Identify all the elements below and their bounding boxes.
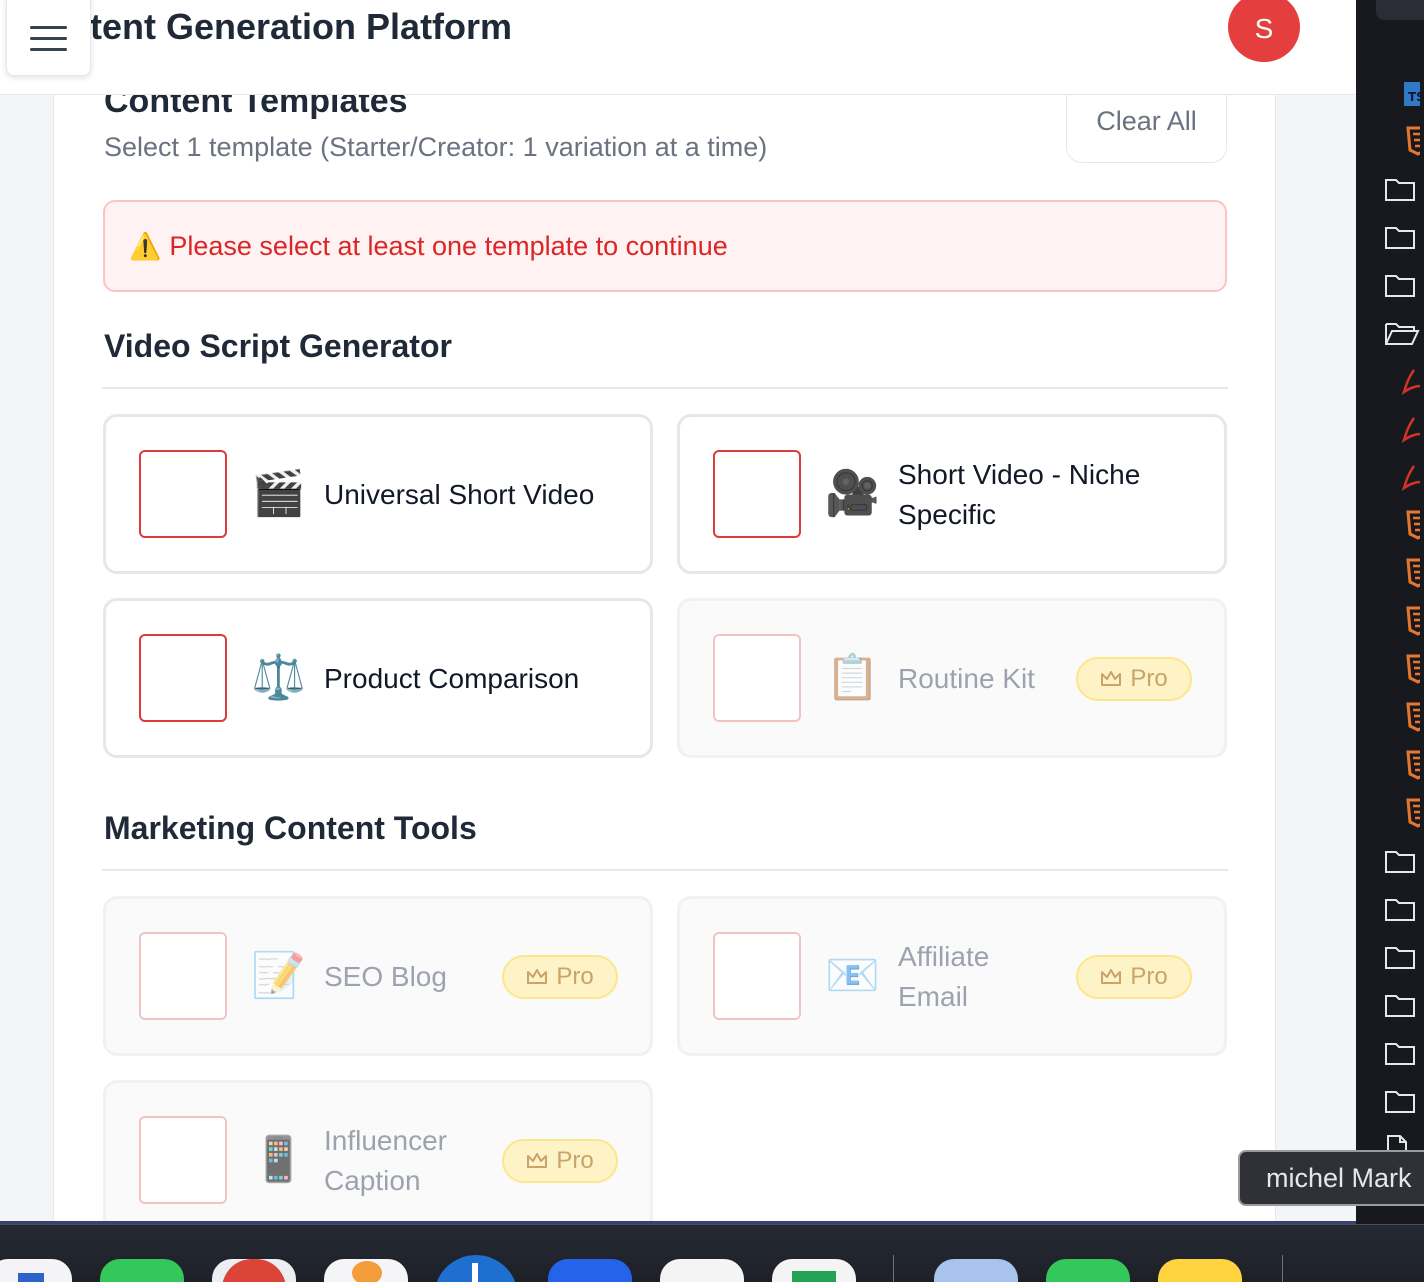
- template-card-routine-kit[interactable]: 📋 Routine Kit Pro: [677, 598, 1227, 758]
- template-label: Product Comparison: [324, 663, 580, 694]
- divider: [102, 869, 1228, 871]
- template-checkbox[interactable]: [713, 634, 801, 722]
- html-file-icon[interactable]: [1384, 556, 1420, 588]
- warning-icon: ⚠️: [129, 230, 162, 261]
- folder-open-icon[interactable]: [1384, 316, 1420, 348]
- template-label: SEO Blog: [324, 961, 447, 992]
- mobile-phone-icon: 📱: [251, 1134, 306, 1185]
- html-file-icon[interactable]: [1384, 508, 1420, 540]
- folder-icon[interactable]: [1384, 172, 1420, 204]
- folder-icon[interactable]: [1384, 268, 1420, 300]
- pdf-file-icon[interactable]: [1384, 364, 1420, 396]
- explorer-tab[interactable]: [1376, 0, 1424, 20]
- numbers-app-icon[interactable]: [772, 1259, 856, 1282]
- photos-app-icon[interactable]: [324, 1259, 408, 1282]
- balance-scale-icon: ⚖️: [251, 652, 306, 703]
- folder-icon[interactable]: [1384, 940, 1420, 972]
- clipboard-icon: 📋: [825, 652, 880, 703]
- folder-icon[interactable]: [1384, 1036, 1420, 1068]
- group-title-video: Video Script Generator: [104, 328, 452, 364]
- top-bar: tent Generation Platform S: [0, 0, 1356, 95]
- template-checkbox[interactable]: [139, 1116, 227, 1204]
- dock-separator: [1282, 1255, 1283, 1282]
- app-title: tent Generation Platform: [90, 6, 513, 47]
- group-title-marketing: Marketing Content Tools: [104, 810, 477, 846]
- audio-app-icon[interactable]: [434, 1255, 518, 1282]
- template-label: Short Video - Niche Specific: [898, 459, 1141, 530]
- pdf-file-icon[interactable]: [1384, 412, 1420, 444]
- folder-icon[interactable]: [1384, 220, 1420, 252]
- html-file-icon[interactable]: [1384, 796, 1420, 828]
- whatsapp-app-icon[interactable]: [1046, 1259, 1130, 1282]
- template-checkbox[interactable]: [713, 932, 801, 1020]
- alert-text: Please select at least one template to c…: [169, 230, 728, 261]
- template-checkbox[interactable]: [713, 450, 801, 538]
- user-tooltip: michel Mark: [1238, 1150, 1424, 1206]
- crown-icon: [527, 1153, 548, 1168]
- template-label: Routine Kit: [898, 663, 1035, 694]
- app-window: tent Generation Platform S Content Templ…: [0, 0, 1356, 1224]
- memo-icon: 📝: [251, 950, 306, 1001]
- word-app-icon[interactable]: [0, 1259, 72, 1282]
- template-label: Affiliate Email: [898, 941, 990, 1012]
- crown-icon: [1101, 671, 1122, 686]
- ts-file-icon[interactable]: TS: [1384, 78, 1420, 110]
- crown-icon: [527, 969, 548, 984]
- messages-app-icon[interactable]: [100, 1259, 184, 1282]
- movie-camera-icon: 🎥: [825, 468, 880, 519]
- pro-badge: Pro: [502, 955, 618, 999]
- user-avatar[interactable]: S: [1228, 0, 1300, 62]
- section-subtitle: Select 1 template (Starter/Creator: 1 va…: [104, 132, 768, 162]
- folder-icon[interactable]: [1384, 988, 1420, 1020]
- validation-alert: ⚠️ Please select at least one template t…: [103, 200, 1227, 292]
- folder-icon[interactable]: [1384, 844, 1420, 876]
- template-card-short-video-niche[interactable]: 🎥 Short Video - Niche Specific: [677, 414, 1227, 574]
- template-label: Universal Short Video: [324, 479, 595, 510]
- hamburger-menu-button[interactable]: [6, 0, 91, 76]
- notes-app-icon[interactable]: [1158, 1259, 1242, 1282]
- template-card-affiliate-email[interactable]: 📧 Affiliate Email Pro: [677, 896, 1227, 1056]
- dock: [0, 1224, 1424, 1282]
- pro-badge: Pro: [502, 1139, 618, 1183]
- template-label: Influencer Caption: [324, 1125, 447, 1196]
- html-file-icon[interactable]: [1384, 604, 1420, 636]
- menu-icon: [30, 25, 67, 29]
- folder-icon[interactable]: [1384, 1084, 1420, 1116]
- templates-panel: Content Templates Select 1 template (Sta…: [53, 60, 1276, 1224]
- divider: [102, 387, 1228, 389]
- crown-icon: [1101, 969, 1122, 984]
- html-file-icon[interactable]: [1384, 652, 1420, 684]
- chatgpt-app-icon[interactable]: [660, 1259, 744, 1282]
- template-checkbox[interactable]: [139, 932, 227, 1020]
- app-icon[interactable]: [548, 1259, 632, 1282]
- preview-app-icon[interactable]: [934, 1259, 1018, 1282]
- chrome-app-icon[interactable]: [212, 1259, 296, 1282]
- folder-icon[interactable]: [1384, 892, 1420, 924]
- file-explorer-strip: TS: [1356, 0, 1424, 1282]
- pro-badge: Pro: [1076, 657, 1192, 701]
- template-card-universal-short-video[interactable]: 🎬 Universal Short Video: [103, 414, 653, 574]
- email-icon: 📧: [825, 950, 880, 1001]
- pro-badge: Pro: [1076, 955, 1192, 999]
- html-file-icon[interactable]: [1384, 700, 1420, 732]
- dock-separator: [893, 1255, 894, 1282]
- pdf-file-icon[interactable]: [1384, 460, 1420, 492]
- template-card-product-comparison[interactable]: ⚖️ Product Comparison: [103, 598, 653, 758]
- template-card-influencer-caption[interactable]: 📱 Influencer Caption Pro: [103, 1080, 653, 1224]
- html-file-icon[interactable]: [1384, 748, 1420, 780]
- clapper-board-icon: 🎬: [251, 468, 306, 519]
- template-card-seo-blog[interactable]: 📝 SEO Blog Pro: [103, 896, 653, 1056]
- html-file-icon[interactable]: [1384, 124, 1420, 156]
- svg-text:TS: TS: [1408, 90, 1420, 104]
- template-checkbox[interactable]: [139, 634, 227, 722]
- template-checkbox[interactable]: [139, 450, 227, 538]
